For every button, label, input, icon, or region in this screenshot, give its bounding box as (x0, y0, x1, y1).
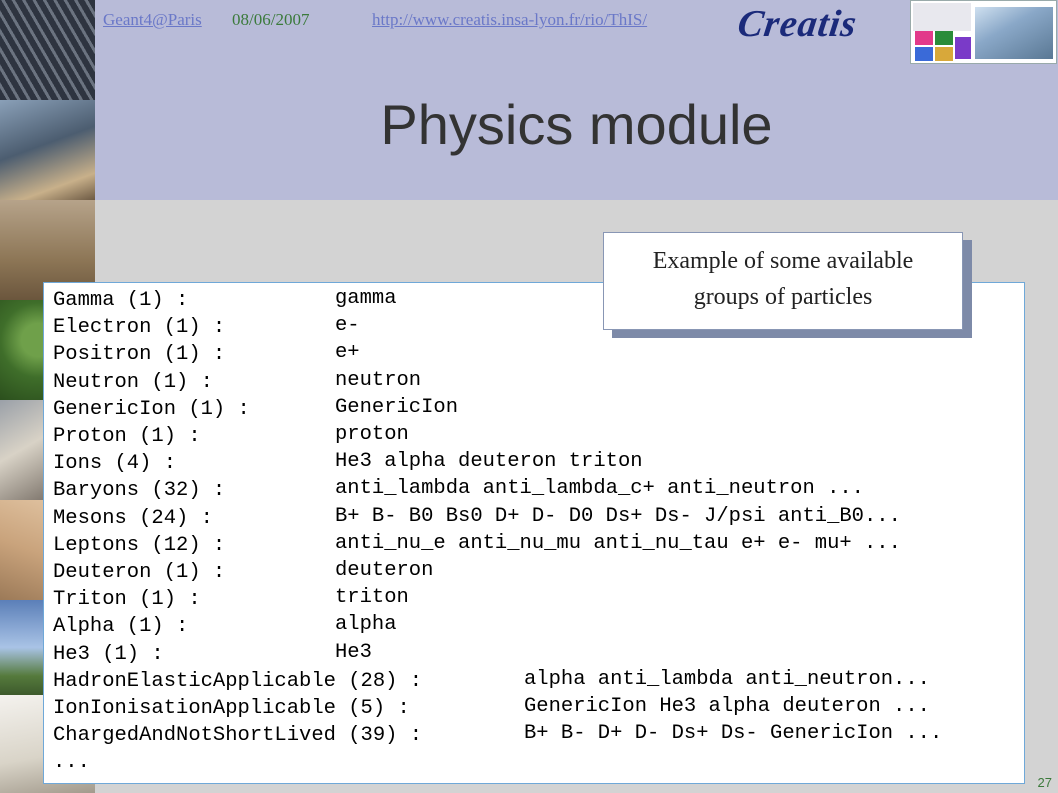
group-name: Positron (1) : (53, 343, 226, 367)
group-name: Proton (1) : (53, 425, 201, 448)
photo-building (0, 100, 95, 201)
group-particles: e+ (335, 341, 360, 365)
group-particles: triton (335, 586, 409, 610)
group-particles: proton (335, 423, 409, 446)
callout-box: Example of some available groups of part… (603, 232, 963, 330)
group-particles: anti_lambda anti_lambda_c+ anti_neutron … (335, 477, 864, 501)
group-name: Triton (1) : (53, 588, 201, 612)
group-name: HadronElasticApplicable (28) : (53, 669, 423, 693)
group-particles: He3 alpha deuteron triton (335, 450, 643, 474)
presentation-date: 08/06/2007 (232, 10, 310, 29)
callout-line-1: Example of some available (652, 248, 914, 274)
group-particles: alpha anti_lambda anti_neutron... (524, 667, 930, 691)
callout-line-2: groups of particles (693, 284, 873, 310)
group-name: Alpha (1) : (53, 615, 189, 639)
group-name: Gamma (1) : (53, 289, 189, 312)
group-particles: neutron (335, 368, 422, 392)
page-number: 27 (1037, 775, 1052, 790)
group-name: IonIonisationApplicable (5) : (53, 697, 410, 720)
particle-groups-listing: Gamma (1) : gamma Electron (1) : e- Positron… (43, 282, 1025, 784)
group-particles: deuteron (335, 559, 434, 582)
group-name: Neutron (1) : (53, 370, 213, 394)
centre-leon-berard-logo (910, 0, 1057, 64)
geant4-paris-link[interactable]: Geant4@Paris (103, 10, 202, 30)
group-name: Ions (4) : (53, 452, 177, 476)
group-name: Baryons (32) : (53, 479, 226, 503)
project-url-link[interactable]: http://www.creatis.insa-lyon.fr/rio/ThIS… (372, 10, 647, 30)
group-particles: B+ B- B0 Bs0 D+ D- D0 Ds+ Ds- J/psi anti… (335, 504, 901, 528)
slide-title: Physics module (380, 93, 773, 156)
group-particles: gamma (335, 287, 397, 310)
group-name: Deuteron (1) : (53, 561, 226, 584)
group-name: Mesons (24) : (53, 506, 213, 530)
group-name: ChargedAndNotShortLived (39) : (53, 724, 423, 748)
group-name: He3 (1) : (53, 642, 164, 666)
group-name: Electron (1) : (53, 316, 226, 340)
creatis-logo: Creatis (735, 3, 860, 45)
group-particles: He3 (335, 640, 372, 664)
group-name: ... (53, 751, 90, 775)
group-particles: anti_nu_e anti_nu_mu anti_nu_tau e+ e- m… (335, 531, 901, 555)
group-particles: alpha (335, 613, 397, 637)
group-name: Leptons (12) : (53, 533, 226, 557)
group-particles: GenericIon He3 alpha deuteron ... (524, 695, 930, 718)
group-particles: B+ B- D+ D- Ds+ Ds- GenericIon ... (524, 722, 943, 746)
group-particles: GenericIon (335, 395, 459, 419)
group-name: GenericIon (1) : (53, 397, 250, 421)
photo-glass-roof (0, 0, 95, 101)
group-particles: e- (335, 314, 360, 338)
